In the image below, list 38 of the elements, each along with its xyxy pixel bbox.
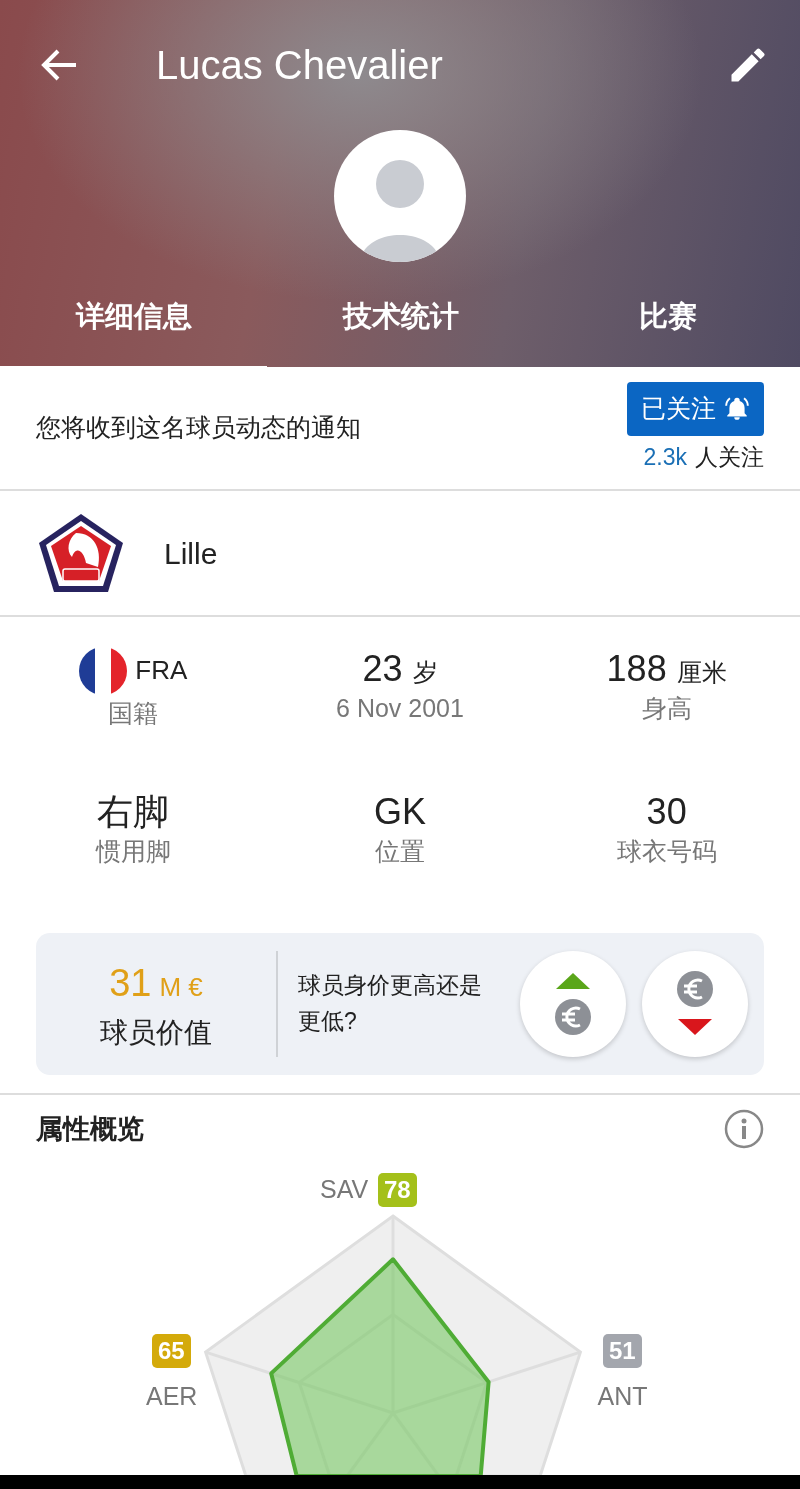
attribute-label: SAV [320,1177,369,1202]
fact-caption: 球衣号码 [616,836,717,868]
attribute-score: 78 [378,1172,417,1207]
back-icon[interactable] [40,48,78,82]
fact-value: 23 岁 [362,647,438,691]
section-title: 属性概览 [36,1113,144,1146]
club-name[interactable]: Lille [164,530,218,576]
attribute-label: AER [146,1383,198,1409]
tab[interactable]: 技术统计 [267,293,534,372]
fact-value: 30 [646,790,687,834]
fact-caption: 位置 [375,836,425,868]
follow-button[interactable]: 已关注 [627,382,764,436]
fact-value: 188 厘米 [606,647,727,691]
info-icon[interactable] [724,1109,764,1150]
fact-value: GK [373,790,426,834]
club-crest-icon [36,511,126,595]
value-amount: 31 [109,960,152,1006]
followers-label: 人关注 [695,442,764,472]
fact-caption: 国籍 [108,698,159,729]
value-unit: M € [159,970,203,1004]
fact-caption: 惯用脚 [95,836,171,868]
euro-down-icon [675,971,715,1037]
bell-icon [724,395,750,422]
player-name: Lucas Chevalier [156,42,444,89]
notification-text: 您将收到这名球员动态的通知 [36,412,361,444]
attribute-label: ANT [597,1383,648,1409]
value-question: 球员身价更高还是更低? [298,971,483,1036]
tab[interactable]: 详细信息 [0,293,267,372]
euro-up-icon [553,971,593,1037]
fact-caption: 身高 [641,693,692,725]
fact-caption: 6 Nov 2001 [336,693,464,725]
fact-value: 右脚 [97,790,170,834]
tab[interactable]: 比赛 [534,293,800,372]
fact-value: FRA [135,655,188,687]
attribute-score: 65 [152,1333,191,1368]
attribute-score: 51 [603,1333,642,1368]
follower-count: 2.3k [643,442,687,472]
value-caption: 球员价值 [100,1015,212,1050]
